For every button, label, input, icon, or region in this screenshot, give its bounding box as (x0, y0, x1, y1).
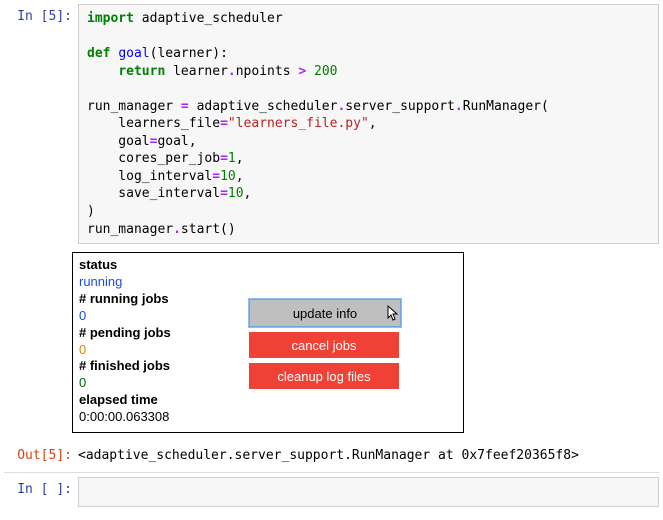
output-cell: Out[5]: <adaptive_scheduler.server_suppo… (4, 443, 659, 468)
cancel-jobs-button[interactable]: cancel jobs (249, 332, 399, 358)
button-stack: update info cancel jobs cleanup log file… (249, 299, 401, 389)
code-editor[interactable]: import adaptive_scheduler def goal(learn… (78, 4, 659, 244)
output-text: <adaptive_scheduler.server_support.RunMa… (78, 443, 659, 468)
empty-input-prompt: In [ ]: (4, 477, 78, 507)
elapsed-time-value: 0:00:00.063308 (79, 409, 457, 426)
input-cell: In [5]: import adaptive_scheduler def go… (4, 4, 659, 244)
cleanup-log-files-button[interactable]: cleanup log files (249, 363, 399, 389)
run-manager-widget: status running # running jobs 0 # pendin… (72, 252, 464, 433)
output-prompt: Out[5]: (4, 443, 78, 468)
status-label: status (79, 257, 457, 274)
elapsed-time-label: elapsed time (79, 392, 457, 409)
empty-input-cell: In [ ]: (4, 477, 659, 507)
update-info-button[interactable]: update info (249, 299, 401, 327)
empty-code-editor[interactable] (78, 477, 659, 507)
input-prompt: In [5]: (4, 4, 78, 244)
status-value: running (79, 274, 457, 291)
